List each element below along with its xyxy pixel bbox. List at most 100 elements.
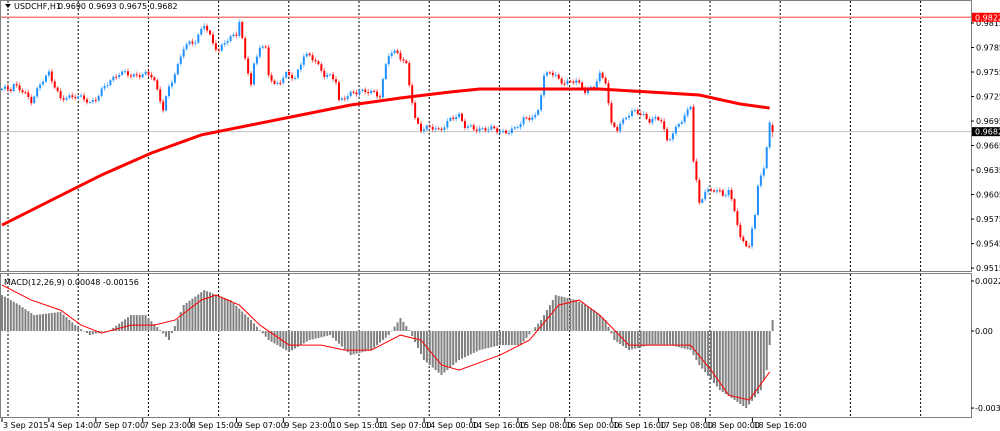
candle-body [686, 109, 689, 116]
candle-body [62, 98, 65, 100]
macd-bar [408, 330, 411, 331]
macd-bar [185, 302, 188, 331]
candle-body [179, 56, 182, 64]
macd-bar [65, 317, 68, 331]
candle-body [42, 81, 45, 85]
macd-bar [302, 331, 305, 344]
macd-bar [91, 331, 94, 335]
macd-bar [507, 331, 510, 346]
candle-body [147, 71, 150, 75]
candle-body [168, 86, 171, 97]
candle-body [21, 90, 24, 93]
macd-bar [191, 298, 194, 331]
candle-body [677, 123, 680, 127]
macd-bar [692, 331, 695, 356]
price-tick-label: 0.9725 [976, 93, 1000, 102]
candle-body [261, 46, 264, 48]
macd-bar [724, 331, 727, 395]
macd-bar [252, 323, 255, 331]
macd-bar [320, 331, 323, 338]
macd-bar [458, 331, 461, 361]
candle-body [419, 123, 422, 132]
macd-bar [419, 331, 422, 355]
candle-body [730, 190, 733, 200]
macd-bar [610, 331, 613, 334]
candle-body [24, 92, 27, 94]
macd-bar [475, 331, 478, 352]
macd-bar [534, 327, 537, 331]
macd-histogram [1, 290, 774, 409]
price-tick-label: 0.9665 [976, 142, 1000, 151]
candle-body [381, 79, 384, 98]
macd-bar [551, 300, 554, 331]
candle-body [449, 117, 452, 121]
candle-body [296, 69, 299, 78]
candle-body [106, 85, 109, 87]
macd-bar [434, 331, 437, 371]
candle-body [733, 199, 736, 212]
candle-body [185, 44, 188, 50]
candle-body [671, 133, 674, 140]
macd-bar [762, 331, 765, 381]
macd-bar [223, 297, 226, 331]
candle-body [80, 95, 83, 97]
triangle-down-icon[interactable] [5, 4, 11, 8]
macd-bar [3, 296, 6, 331]
candle-body [373, 90, 376, 92]
candle-body [182, 49, 185, 57]
candle-body [613, 122, 616, 128]
macd-bar [513, 331, 516, 346]
macd-bar [625, 331, 628, 349]
candle-body [314, 60, 317, 62]
candle-body [30, 96, 33, 104]
trading-chart[interactable]: USDCHF,H1 0.9690 0.9693 0.9675 0.9682 MA… [0, 0, 1000, 431]
macd-bar [53, 312, 56, 331]
candle-body [648, 119, 651, 123]
candle-body [337, 82, 340, 100]
price-axis: 0.98150.97850.97550.97250.96950.96650.96… [971, 19, 1000, 273]
candle-body [335, 79, 338, 83]
candle-body [162, 101, 165, 111]
candle-body [288, 71, 291, 75]
candle-body [44, 75, 47, 82]
candles [1, 19, 774, 249]
macd-bar [660, 331, 663, 346]
chart-header[interactable]: USDCHF,H1 0.9690 0.9693 0.9675 0.9682 [5, 2, 178, 11]
macd-bar [469, 331, 472, 355]
candle-body [469, 125, 472, 127]
macd-bar [68, 319, 71, 331]
candle-body [191, 41, 194, 44]
macd-bar [244, 314, 247, 331]
macd-bar [698, 331, 701, 366]
candle-body [144, 71, 147, 75]
candle-body [683, 115, 686, 122]
candle-body [622, 119, 625, 124]
time-axis: 3 Sep 2015 4 Sep 14:007 Sep 07:007 Sep 23… [1, 418, 807, 430]
macd-bar [194, 296, 197, 331]
candle-body [332, 74, 335, 80]
candle-body [707, 189, 710, 192]
macd-bar [630, 331, 633, 350]
candle-body [680, 121, 683, 124]
macd-bar [736, 331, 739, 403]
macd-bar [273, 331, 276, 344]
macd-bar [168, 331, 171, 341]
macd-bar [771, 320, 774, 331]
candle-body [285, 71, 288, 78]
macd-tick-label: -0.00339 [975, 404, 1000, 413]
candle-body [674, 126, 677, 134]
macd-bar [132, 315, 135, 331]
macd-bar [173, 326, 176, 331]
candle-body [159, 89, 162, 102]
macd-bar [150, 321, 153, 331]
macd-bar [250, 320, 253, 331]
macd-bar [159, 330, 162, 331]
candle-body [742, 237, 745, 241]
candle-body [65, 97, 68, 100]
macd-bar [299, 331, 302, 346]
time-tick-label: 16 Sep 00:00 [566, 421, 619, 430]
candle-body [258, 47, 261, 57]
candle-body [411, 85, 414, 103]
candle-body [9, 89, 12, 92]
macd-bar [311, 331, 314, 340]
